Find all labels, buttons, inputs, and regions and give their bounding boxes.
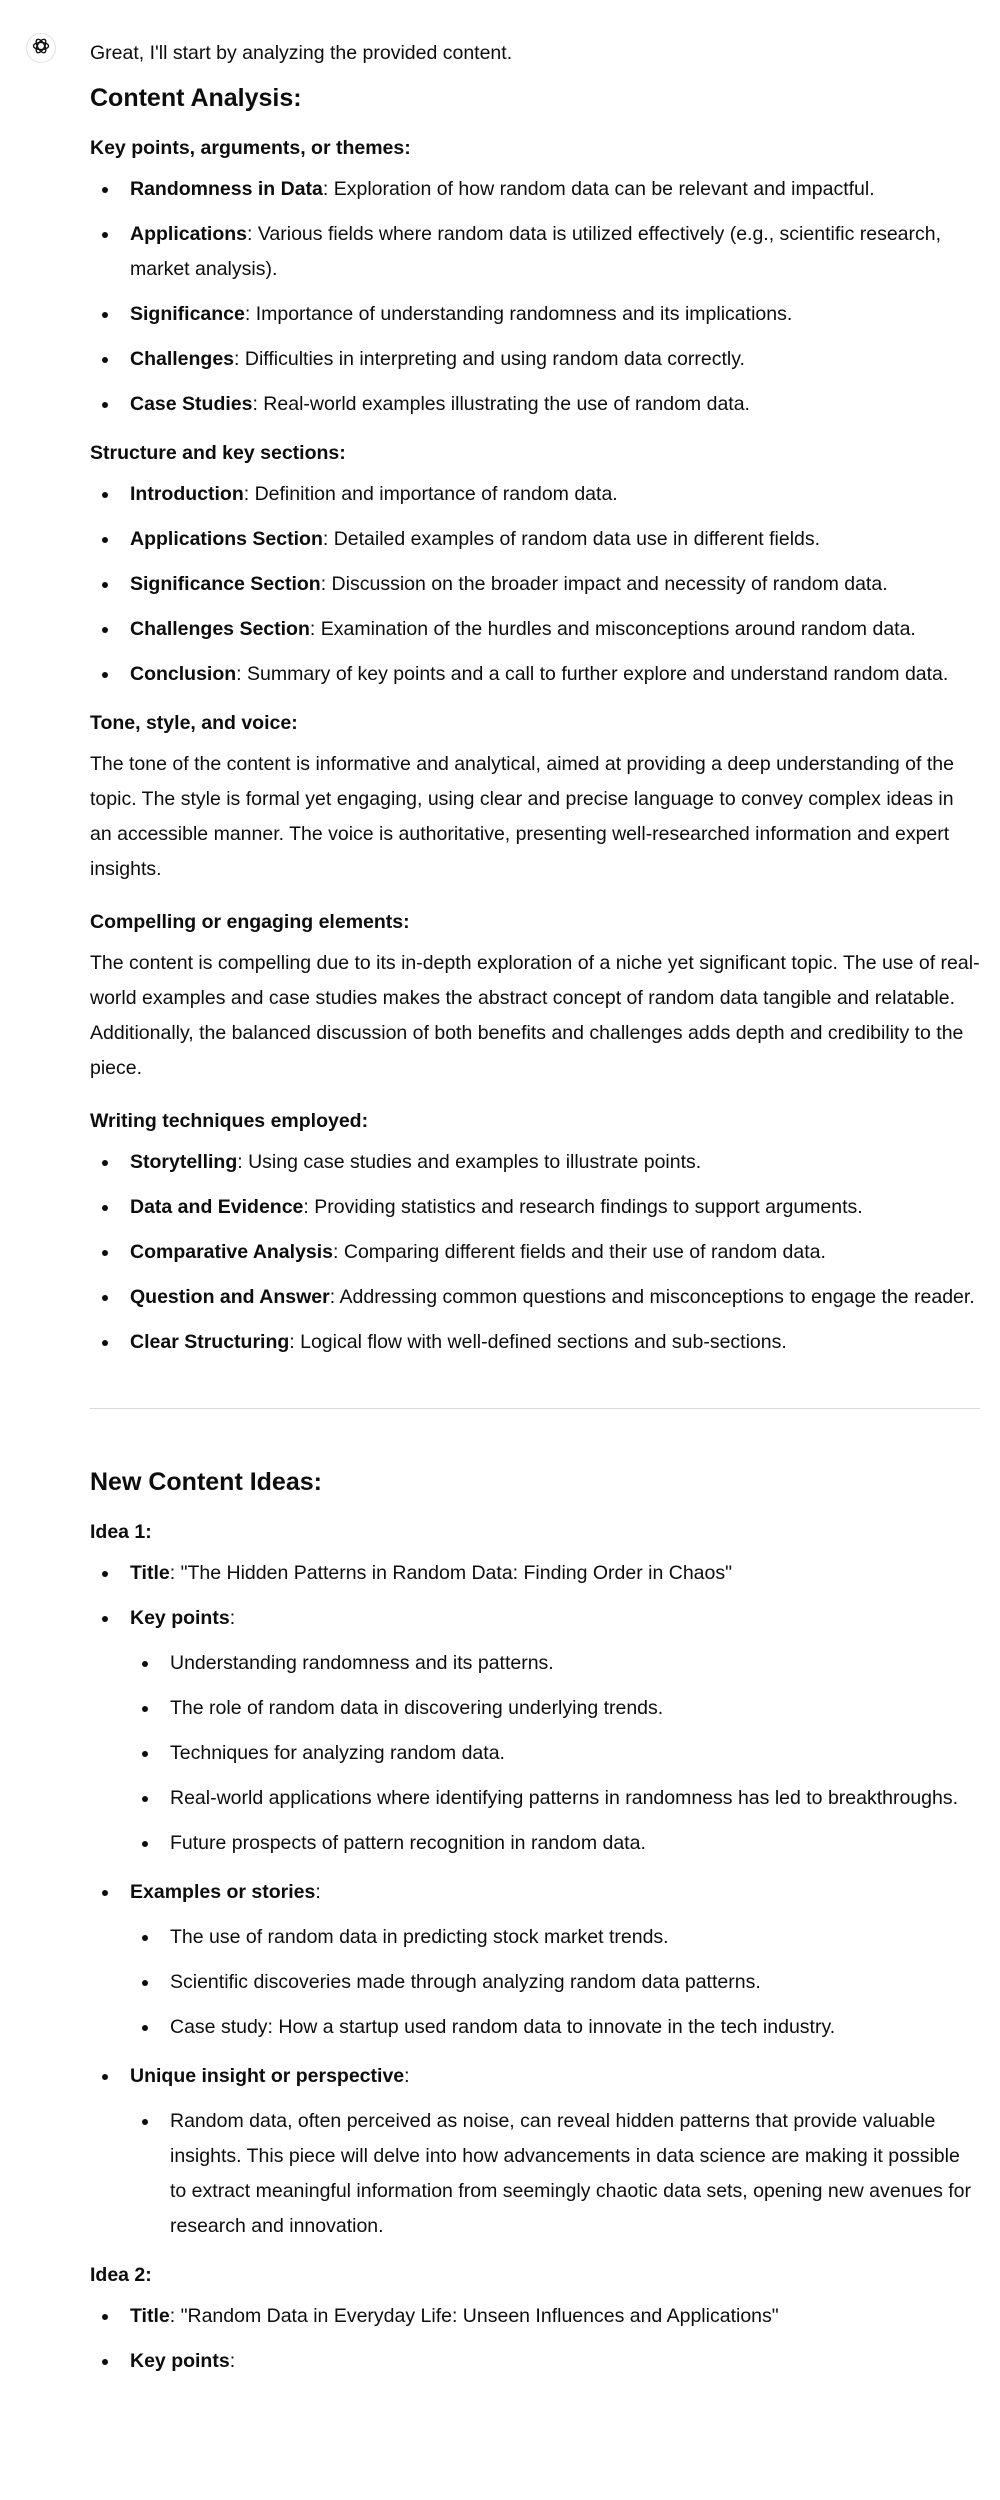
list-item: Challenges Section: Examination of the h… — [90, 612, 980, 647]
tone-paragraph: The tone of the content is informative a… — [90, 753, 954, 880]
list-item: Applications: Various fields where rando… — [90, 217, 980, 287]
content-analysis-heading: Content Analysis: — [90, 84, 302, 112]
list-item: Significance: Importance of understandin… — [90, 297, 980, 332]
list-item: Real-world applications where identifyin… — [130, 1781, 980, 1816]
list-item: Case Studies: Real-world examples illust… — [90, 387, 980, 422]
list-item: Conclusion: Summary of key points and a … — [90, 657, 980, 692]
openai-logo-icon — [31, 36, 51, 61]
list-item: Introduction: Definition and importance … — [90, 477, 980, 512]
idea-1-examples-item: Examples or stories: The use of random d… — [90, 1875, 980, 2045]
idea-1-insight-item: Unique insight or perspective: Random da… — [90, 2059, 980, 2244]
list-item: Future prospects of pattern recognition … — [130, 1826, 980, 1861]
idea-2-key-points-item: Key points: — [90, 2344, 980, 2379]
list-item: Comparative Analysis: Comparing differen… — [90, 1235, 980, 1270]
structure-label: Structure and key sections: — [90, 442, 346, 464]
list-item: Storytelling: Using case studies and exa… — [90, 1145, 980, 1180]
techniques-list: Storytelling: Using case studies and exa… — [90, 1145, 980, 1360]
key-points-label: Key points, arguments, or themes: — [90, 137, 411, 159]
list-item: Randomness in Data: Exploration of how r… — [90, 172, 980, 207]
section-divider — [90, 1408, 980, 1409]
list-item: The use of random data in predicting sto… — [130, 1920, 980, 1955]
list-item: Data and Evidence: Providing statistics … — [90, 1190, 980, 1225]
idea-1-title-item: Title: "The Hidden Patterns in Random Da… — [90, 1556, 980, 1591]
idea-1-key-points-item: Key points: Understanding randomness and… — [90, 1601, 980, 1861]
assistant-message: Great, I'll start by analyzing the provi… — [90, 36, 980, 2389]
list-item: Clear Structuring: Logical flow with wel… — [90, 1325, 980, 1360]
compelling-paragraph: The content is compelling due to its in-… — [90, 952, 980, 1079]
compelling-label: Compelling or engaging elements: — [90, 911, 410, 933]
techniques-label: Writing techniques employed: — [90, 1110, 369, 1132]
key-points-list: Randomness in Data: Exploration of how r… — [90, 172, 980, 422]
list-item: Applications Section: Detailed examples … — [90, 522, 980, 557]
idea-2-label: Idea 2: — [90, 2264, 152, 2286]
list-item: Challenges: Difficulties in interpreting… — [90, 342, 980, 377]
structure-list: Introduction: Definition and importance … — [90, 477, 980, 692]
idea-1-insight-list: Random data, often perceived as noise, c… — [130, 2104, 980, 2244]
list-item: Random data, often perceived as noise, c… — [130, 2104, 980, 2244]
list-item: Case study: How a startup used random da… — [130, 2010, 980, 2045]
list-item: The role of random data in discovering u… — [130, 1691, 980, 1726]
idea-1-key-points-list: Understanding randomness and its pattern… — [130, 1646, 980, 1861]
intro-text: Great, I'll start by analyzing the provi… — [90, 42, 513, 64]
list-item: Scientific discoveries made through anal… — [130, 1965, 980, 2000]
new-content-ideas-heading: New Content Ideas: — [90, 1468, 322, 1496]
list-item: Techniques for analyzing random data. — [130, 1736, 980, 1771]
idea-1-list: Title: "The Hidden Patterns in Random Da… — [90, 1556, 980, 2244]
idea-2-list: Title: "Random Data in Everyday Life: Un… — [90, 2299, 980, 2379]
list-item: Question and Answer: Addressing common q… — [90, 1280, 980, 1315]
idea-1-examples-list: The use of random data in predicting sto… — [130, 1920, 980, 2045]
list-item: Understanding randomness and its pattern… — [130, 1646, 980, 1681]
tone-label: Tone, style, and voice: — [90, 712, 298, 734]
idea-2-title-item: Title: "Random Data in Everyday Life: Un… — [90, 2299, 980, 2334]
list-item: Significance Section: Discussion on the … — [90, 567, 980, 602]
assistant-avatar — [26, 33, 56, 63]
idea-1-label: Idea 1: — [90, 1521, 152, 1543]
